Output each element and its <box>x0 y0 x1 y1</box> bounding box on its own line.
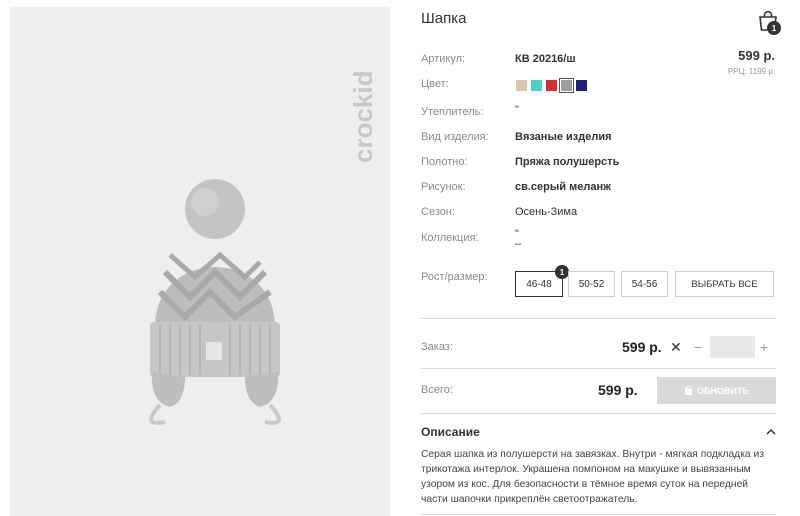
cart-count-badge: 1 <box>767 21 781 35</box>
attr-label-insulation: Утеплитель: <box>421 106 484 118</box>
order-label: Заказ: <box>421 341 453 353</box>
attr-label-type: Вид изделия: <box>421 131 489 143</box>
attr-value-pattern: св.серый меланж <box>515 181 611 193</box>
size-option-54-56[interactable]: 54-56 <box>621 271 668 297</box>
brand-logo: crockid <box>350 71 378 164</box>
color-swatch-navy[interactable] <box>576 80 587 91</box>
color-swatch-turquoise[interactable] <box>531 80 542 91</box>
attr-value-collection: " – <box>515 228 522 250</box>
total-label: Всего: <box>421 384 453 396</box>
order-price: 599 р. <box>622 339 662 355</box>
cart-button[interactable]: 1 <box>756 9 781 35</box>
bag-icon <box>684 386 693 395</box>
recommended-price: РРЦ: 1199 р. <box>727 67 775 76</box>
size-option-50-52[interactable]: 50-52 <box>568 271 615 297</box>
product-price: 599 р. <box>738 48 775 63</box>
attr-value-season: Осень-Зима <box>515 206 578 218</box>
attr-label-collection: Коллекция: <box>421 232 479 244</box>
description-title[interactable]: Описание <box>421 425 480 439</box>
multiply-icon: ✕ <box>670 339 682 355</box>
attr-value-insulation: " <box>515 104 519 116</box>
color-swatch-beige[interactable] <box>516 80 527 91</box>
divider <box>421 368 776 369</box>
increase-quantity-button[interactable]: + <box>760 339 768 355</box>
product-title: Шапка <box>421 10 467 27</box>
divider <box>421 413 776 414</box>
attr-label-pattern: Рисунок: <box>421 181 466 193</box>
select-all-sizes-button[interactable]: ВЫБРАТЬ ВСЕ <box>675 271 774 297</box>
attr-value-collection-text: " <box>515 228 519 240</box>
brand-logo-text: crockid <box>350 71 378 164</box>
description-text: Серая шапка из полушерсти на завязках. В… <box>421 449 764 505</box>
attr-value-fabric: Пряжа полушерсть <box>515 156 620 168</box>
size-count-badge: 1 <box>555 265 569 279</box>
color-swatch-red[interactable] <box>546 80 557 91</box>
update-button-label: ОБНОВИТЬ <box>697 385 749 396</box>
update-button[interactable]: ОБНОВИТЬ <box>657 377 776 404</box>
attr-label-fabric: Полотно: <box>421 156 468 168</box>
divider <box>421 318 776 319</box>
attr-value-type: Вязаные изделия <box>515 131 612 143</box>
color-swatches <box>516 78 587 93</box>
size-label: Рост/размер: <box>421 271 488 283</box>
attr-value-article: КВ 20216/ш <box>515 53 576 65</box>
divider <box>421 514 776 515</box>
total-price: 599 р. <box>598 382 638 398</box>
attr-label-article: Артикул: <box>421 53 466 65</box>
chevron-up-icon[interactable] <box>765 426 777 438</box>
hat-image <box>149 179 281 425</box>
decrease-quantity-button[interactable]: − <box>694 339 702 355</box>
attr-label-season: Сезон: <box>421 206 455 218</box>
quantity-input[interactable] <box>710 336 755 358</box>
color-swatch-grey[interactable] <box>559 78 574 93</box>
product-photo[interactable]: crockid <box>10 7 390 516</box>
attr-label-color: Цвет: <box>421 78 449 90</box>
